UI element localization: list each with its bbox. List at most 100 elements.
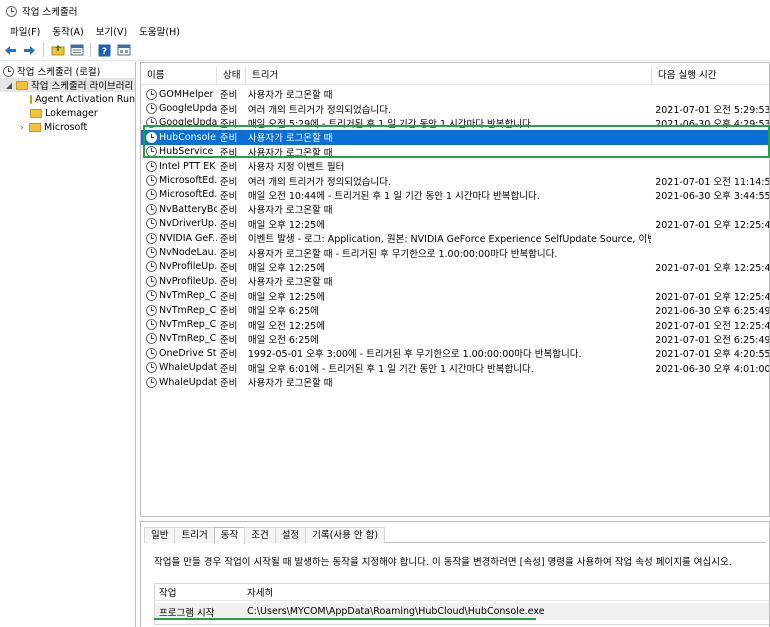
task-status: 준비	[219, 349, 238, 361]
task-clock-icon	[146, 160, 157, 172]
task-name: GoogleUpda...	[141, 103, 217, 115]
column-header-name[interactable]: 이름	[141, 67, 217, 85]
back-icon[interactable]	[3, 43, 18, 58]
task-name-label: Intel PTT EK ...	[159, 160, 217, 172]
task-name: MicrosoftEd...	[141, 189, 217, 201]
tree-item-lokemager[interactable]: Lokemager	[0, 106, 135, 120]
task-next-run: 2021-06-30 오후 3:44:55	[655, 190, 770, 202]
task-name: HubService	[141, 146, 217, 158]
task-row[interactable]: GOMHelper 준비 사용자가 로그온할 때	[141, 87, 769, 101]
task-name-label: OneDrive St...	[159, 347, 217, 359]
task-clock-icon	[146, 333, 157, 345]
task-trigger: 사용자가 로그온할 때 - 트리거된 후 무기한으로 1.00:00:00마다 …	[247, 248, 558, 260]
task-row[interactable]: NvDriverUp... 준비 매일 오후 12:25에 2021-07-01 오후…	[141, 217, 769, 231]
column-header-trigger[interactable]: 트리거	[246, 67, 652, 85]
console-view-icon[interactable]	[116, 43, 131, 58]
task-trigger: 매일 오전 6:25에	[247, 334, 319, 346]
task-clock-icon	[146, 88, 157, 100]
task-clock-icon	[146, 146, 157, 158]
tab-conditions[interactable]: 조건	[244, 527, 276, 543]
tree-root[interactable]: 작업 스케줄러 (로컬)	[0, 64, 135, 78]
tab-actions[interactable]: 동작	[213, 527, 246, 544]
task-row[interactable]: NVIDIA GeF... 준비 이벤트 발생 - 로그: Application,…	[141, 231, 769, 246]
task-status: 준비	[219, 320, 238, 332]
task-next-run: 2021-07-01 오전 11:14:55	[655, 176, 770, 188]
menu-help[interactable]: 도움말(H)	[133, 24, 186, 38]
task-row[interactable]: Intel PTT EK ...준비 사용자 지정 이벤트 필터	[141, 159, 769, 173]
properties-icon[interactable]	[69, 43, 84, 58]
title-bar: 작업 스케줄러	[0, 0, 770, 22]
task-row[interactable]: NvTmRep_C...준비 매일 오후 12:25에 2021-07-01 오후 …	[141, 289, 769, 303]
action-detail: C:\Users\MYCOM\AppData\Roaming\HubCloud\…	[247, 606, 545, 617]
task-row[interactable]: NvTmRep_C...준비 매일 오후 6:25에 2021-06-30 오후 6…	[141, 303, 770, 318]
task-row[interactable]: MicrosoftEd...준비 여러 개의 트리거가 정의되었습니다. 2021-…	[141, 173, 770, 188]
tab-settings[interactable]: 설정	[274, 527, 307, 543]
column-header-status[interactable]: 상태	[217, 67, 246, 85]
task-clock-icon	[146, 275, 157, 287]
tree-library[interactable]: ◢ 작업 스케줄러 라이브러리	[0, 78, 135, 92]
detail-column-header[interactable]: 자세히	[245, 585, 769, 599]
task-row[interactable]: NvTmRep_C...준비 매일 오전 12:25에 2021-07-01 오전 …	[141, 317, 770, 332]
actions-table-header: 작업 자세히	[155, 584, 769, 601]
task-clock-icon	[146, 117, 157, 129]
task-row[interactable]: NvTmRep_C...준비 매일 오전 6:25에 2021-07-01 오전 6…	[141, 332, 769, 346]
task-name: GoogleUpda...	[141, 117, 217, 129]
task-clock-icon	[146, 175, 157, 187]
task-name: NVIDIA GeF...	[141, 232, 217, 244]
task-name: NvDriverUp...	[141, 218, 217, 230]
folder-up-icon[interactable]	[50, 43, 65, 58]
task-next-run: 2021-06-30 오후 6:25:49	[655, 306, 770, 318]
menu-file[interactable]: 파일(F)	[4, 24, 46, 38]
action-column-header[interactable]: 작업	[155, 585, 245, 599]
task-row[interactable]: OneDrive St...준비 1992-05-01 오후 3:00에 - 트리…	[141, 346, 769, 361]
menu-bar: 파일(F) 동작(A) 보기(V) 도움말(H)	[0, 22, 770, 40]
task-name-label: HubConsole	[159, 131, 216, 143]
menu-action[interactable]: 동작(A)	[46, 24, 89, 38]
task-row[interactable]: GoogleUpda...준비 여러 개의 트리거가 정의되었습니다. 2021-0…	[141, 101, 769, 116]
task-status: 준비	[219, 363, 238, 375]
task-row[interactable]: GoogleUpda...준비 매일 오전 5:29에 - 트리거된 후 1 일 …	[141, 116, 769, 130]
task-trigger: 사용자가 로그온할 때	[247, 378, 333, 390]
tree-item-microsoft[interactable]: › Microsoft	[0, 120, 135, 134]
task-name-label: NVIDIA GeF...	[159, 232, 217, 244]
task-name: NvProfileUp...	[141, 261, 217, 273]
help-icon[interactable]: ?	[97, 43, 112, 58]
chevron-right-icon[interactable]: ›	[18, 123, 26, 132]
tab-general[interactable]: 일반	[144, 527, 176, 543]
task-name-label: MicrosoftEd...	[159, 189, 217, 201]
task-name-label: NvTmRep_C...	[159, 333, 217, 345]
task-row[interactable]: NvBatteryBo...준비 사용자가 로그온할 때	[141, 202, 769, 217]
task-trigger: 이벤트 발생 - 로그: Application, 원본: NVIDIA GeF…	[247, 234, 652, 246]
task-name-label: NvTmRep_C...	[159, 319, 217, 331]
task-trigger: 매일 오후 12:25에	[247, 291, 325, 303]
task-name: NvTmRep_C...	[141, 304, 217, 316]
tree-item-agent-activation-run[interactable]: Agent Activation Run	[0, 92, 135, 106]
task-name-label: NvProfileUp...	[159, 261, 217, 273]
forward-icon[interactable]	[22, 43, 37, 58]
task-row[interactable]: WhaleUpdat...준비 사용자가 로그온할 때	[141, 375, 769, 390]
action-type: 프로그램 시작	[159, 607, 215, 619]
menu-view[interactable]: 보기(V)	[90, 24, 133, 38]
task-row[interactable]: MicrosoftEd...준비 매일 오전 10:44에 - 트리거된 후 1 …	[141, 188, 770, 202]
task-row[interactable]: WhaleUpdat...준비 매일 오후 6:01에 - 트리거된 후 1 일 …	[141, 361, 769, 375]
task-next-run: 2021-07-01 오전 12:25:49	[655, 320, 770, 332]
task-row[interactable]: NvNodeLau... 준비 사용자가 로그온할 때 - 트리거된 후 무기한으로…	[141, 245, 769, 260]
task-row[interactable]: NvProfileUp... 준비 사용자가 로그온할 때	[141, 274, 769, 289]
task-status: 준비	[219, 291, 238, 303]
task-name-label: MicrosoftEd...	[159, 175, 217, 187]
tree-item-label: Microsoft	[44, 121, 88, 133]
task-status: 준비	[219, 277, 238, 289]
chevron-down-icon[interactable]: ◢	[5, 81, 13, 90]
task-status: 준비	[219, 205, 238, 217]
task-row[interactable]: NvProfileUp... 준비 매일 오후 12:25에 2021-07-01 오…	[141, 260, 769, 274]
tab-history[interactable]: 기록(사용 안 함)	[305, 527, 386, 543]
task-name: NvNodeLau...	[141, 247, 217, 259]
tab-triggers[interactable]: 트리거	[174, 527, 215, 543]
task-name-label: WhaleUpdat...	[159, 376, 217, 388]
column-header-next-run[interactable]: 다음 실행 시간	[652, 67, 769, 85]
navigation-tree: 작업 스케줄러 (로컬) ◢ 작업 스케줄러 라이브러리 Agent Activ…	[0, 62, 136, 627]
folder-clock-icon	[16, 80, 28, 90]
task-row[interactable]: HubService 준비 사용자가 로그온할 때	[141, 145, 769, 159]
task-clock-icon	[146, 103, 157, 115]
task-row[interactable]: HubConsole 준비 사용자가 로그온할 때	[141, 130, 769, 145]
